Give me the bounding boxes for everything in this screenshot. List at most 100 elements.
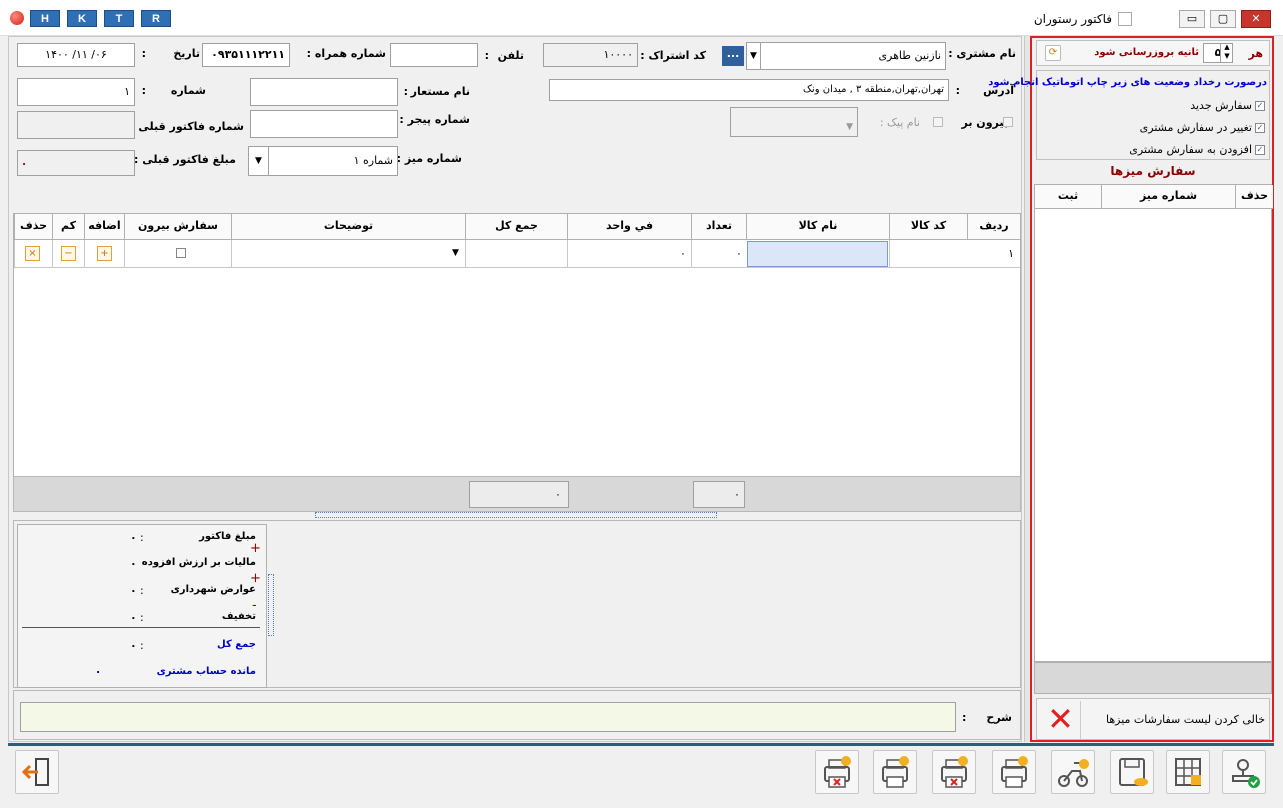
col-table-number: شماره میز (1101, 185, 1235, 209)
close-button[interactable]: ✕ (1241, 10, 1271, 28)
title-bar: H K T R فاکتور رستوران ▭ ▢ ✕ (0, 0, 1283, 36)
courier-checkbox[interactable] (933, 117, 943, 127)
date-input[interactable]: ۱۴۰۰ /۱۱ /۰۶ (17, 43, 135, 67)
summary-divider (22, 627, 260, 628)
table-row[interactable]: ۱ ۰ ۰ ▼ + − × (14, 240, 1020, 268)
cell-description[interactable]: ▼ (231, 240, 465, 268)
printer-icon (882, 756, 909, 788)
outside-order-checkbox[interactable] (176, 248, 186, 258)
check-icon[interactable]: ✓ (1255, 101, 1265, 111)
check-icon[interactable]: ✓ (1255, 123, 1265, 133)
col-unit-price: في واحد (567, 214, 691, 240)
grand-total-colon: : (140, 639, 144, 652)
plus-sign: + (250, 541, 261, 556)
cell-unit-price[interactable]: ۰ (567, 240, 691, 268)
grand-total-label: جمع کل (217, 639, 256, 650)
items-grid: ردیف کد کالا نام کالا تعداد في واحد جمع … (13, 213, 1021, 481)
phone-input[interactable] (390, 43, 478, 67)
cell-qty[interactable]: ۰ (691, 240, 746, 268)
side-panel: هر ۵ ▲ ▼ ثانیه بروزرسانی شود ⟳ درصورت رخد… (988, 36, 1274, 742)
chevron-down-icon[interactable]: ▼ (747, 43, 761, 69)
invoice-amount-label: مبلغ فاکتور (199, 531, 256, 542)
chevron-down-icon[interactable]: ▼ (846, 116, 853, 136)
sub-code-label: کد اشتراک : (640, 49, 706, 62)
app-icon (10, 11, 24, 25)
refresh-icon[interactable]: ⟳ (1045, 45, 1061, 61)
outside-label: بیرون بر (961, 116, 1009, 129)
municipal-colon: : (140, 584, 144, 597)
option-order-change[interactable]: ✓تغییر در سفارش مشتری (1140, 121, 1265, 134)
footer-qty: ۰ (693, 481, 745, 508)
clear-tables-button[interactable]: ✕ خالی کردن لیست سفارشات میزها (1036, 698, 1270, 740)
chevron-down-icon[interactable]: ▼ (452, 248, 459, 258)
outside-checkbox[interactable] (1003, 117, 1013, 127)
delivery-button[interactable] (1051, 750, 1095, 794)
col-row: ردیف (967, 214, 1020, 240)
refresh-row: هر ۵ ▲ ▼ ثانیه بروزرسانی شود ⟳ (1036, 40, 1270, 66)
check-icon[interactable]: ✓ (1255, 145, 1265, 155)
option-new-order[interactable]: ✓سفارش جدید (1190, 99, 1265, 112)
col-total: جمع کل (465, 214, 567, 240)
bottom-separator (8, 743, 1274, 746)
discount-label: تخفیف (221, 611, 256, 622)
minimize-button[interactable]: ▭ (1179, 10, 1205, 28)
phone-colon: : (484, 49, 489, 62)
customer-lookup-button[interactable]: ... (722, 46, 744, 66)
option-add-to-order[interactable]: ✓افزودن به سفارش مشتری (1129, 143, 1265, 156)
sub-code-field: ۱۰۰۰۰ (543, 43, 638, 67)
prev-invoice-field (17, 111, 135, 139)
every-label: هر (1248, 47, 1263, 60)
invoice-amount-colon: : (140, 531, 144, 544)
customer-name-input[interactable]: ▼ نازنین طاهری (746, 42, 946, 70)
notes-label: شرح (986, 711, 1012, 724)
alias-input[interactable] (250, 78, 398, 106)
auto-print-label: درصورت رخداد وضعیت های زیر چاپ اتوماتیک … (988, 77, 1267, 88)
customer-name-label: نام مشتری : (948, 47, 1016, 60)
quick-button-k[interactable]: K (67, 10, 97, 27)
minus-icon[interactable]: − (61, 246, 76, 261)
restore-button[interactable]: ▢ (1210, 10, 1236, 28)
cell-add: + (84, 240, 124, 268)
splitter-handle[interactable] (315, 512, 717, 518)
prev-amount-label: مبلغ فاکتور قبلی : (134, 153, 236, 166)
grand-total-value: ۰ (130, 639, 137, 652)
discount-colon: : (140, 611, 144, 624)
stamp-confirm-button[interactable] (1222, 750, 1266, 794)
cell-delete: × (14, 240, 52, 268)
delete-icon[interactable]: × (25, 246, 40, 261)
date-colon: : (141, 47, 146, 60)
chevron-down-icon[interactable]: ▼ (249, 147, 269, 175)
col-outside-order: سفارش بیرون (124, 214, 231, 240)
address-input[interactable]: تهران,تهران,منطقه ۳ , میدان ونک (549, 79, 949, 101)
quick-button-h[interactable]: H (30, 10, 60, 27)
stepper-arrows-icon[interactable]: ▲ ▼ (1220, 43, 1233, 63)
cancel-print-money-button[interactable] (932, 750, 976, 794)
refresh-label: ثانیه بروزرسانی شود (1094, 47, 1199, 58)
save-view-button[interactable] (1110, 750, 1154, 794)
courier-select[interactable]: ▼ (730, 107, 858, 137)
quick-button-r[interactable]: R (141, 10, 171, 27)
cell-name[interactable] (747, 241, 888, 267)
tables-button[interactable] (1166, 750, 1210, 794)
table-grid-icon (1175, 758, 1201, 786)
number-input[interactable]: ۱ (17, 78, 135, 106)
plus-icon[interactable]: + (97, 246, 112, 261)
balance-value: . (96, 663, 101, 676)
cell-less: − (52, 240, 84, 268)
printer-cancel-icon (824, 756, 851, 788)
pager-input[interactable] (250, 110, 398, 138)
exit-door-icon (21, 758, 49, 786)
mobile-input[interactable]: ۰۹۳۵۱۱۱۲۲۱۱ (202, 43, 290, 67)
notes-input[interactable] (20, 702, 956, 732)
cell-code[interactable] (889, 240, 967, 268)
cancel-print-button[interactable] (815, 750, 859, 794)
cell-outside-order[interactable] (124, 240, 231, 268)
printer-money-cancel-icon (941, 756, 968, 788)
summary-splitter[interactable] (268, 574, 274, 636)
quick-button-t[interactable]: T (104, 10, 134, 27)
exit-button[interactable] (15, 750, 59, 794)
footer-total: ۰ (469, 481, 569, 508)
print-money-button[interactable] (992, 750, 1036, 794)
print-button[interactable] (873, 750, 917, 794)
table-no-select[interactable]: ▼ شماره ۱ (248, 146, 398, 176)
